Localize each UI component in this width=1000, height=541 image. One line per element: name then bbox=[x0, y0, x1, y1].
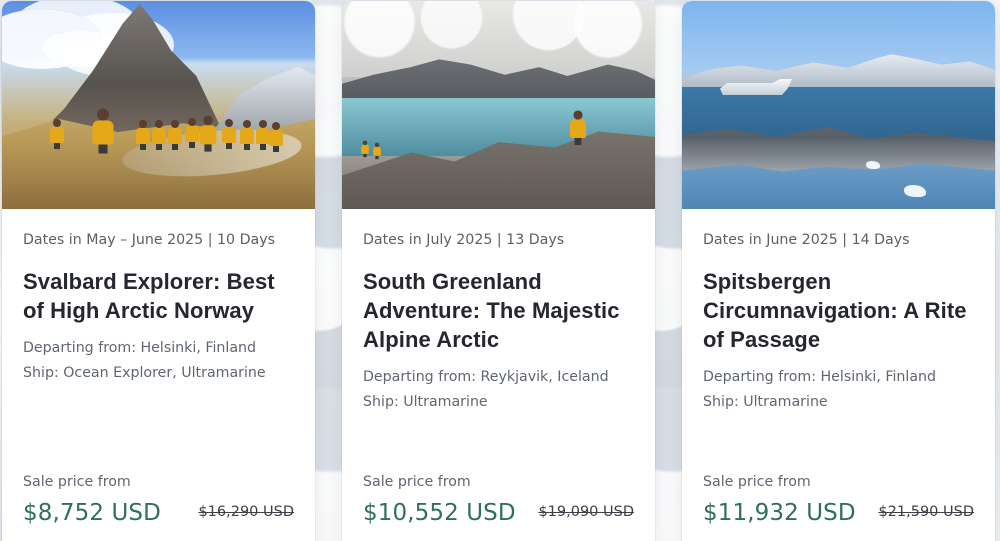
hiker-figure bbox=[222, 119, 236, 153]
hiker-figure bbox=[361, 140, 369, 160]
spitsbergen-front-water bbox=[682, 163, 995, 209]
sale-price: $11,932 USD bbox=[703, 500, 856, 526]
sale-price: $8,752 USD bbox=[23, 500, 161, 526]
hiker-figure bbox=[256, 120, 270, 154]
hiker-figure bbox=[152, 120, 166, 154]
hiker-figure bbox=[199, 115, 217, 157]
greenland-card-body: Dates in July 2025 | 13 Days South Green… bbox=[342, 209, 655, 415]
sale-price-label: Sale price from bbox=[703, 474, 811, 490]
trip-details: Departing from: Reykjavik, Iceland Ship:… bbox=[363, 365, 634, 415]
hiker-figure bbox=[240, 120, 254, 154]
trip-dates: Dates in July 2025 | 13 Days bbox=[363, 232, 565, 248]
trip-details: Departing from: Helsinki, Finland Ship: … bbox=[703, 365, 974, 415]
hiker-figure bbox=[185, 118, 199, 152]
trip-title-wrap: South Greenland Adventure: The Majestic … bbox=[363, 267, 634, 354]
trip-title-wrap: Svalbard Explorer: Best of High Arctic N… bbox=[23, 267, 294, 325]
departing-from: Departing from: Reykjavik, Iceland bbox=[363, 369, 609, 386]
svalbard-image[interactable] bbox=[2, 1, 315, 209]
hiker-figure bbox=[136, 120, 150, 154]
trip-dates: Dates in May – June 2025 | 10 Days bbox=[23, 232, 275, 248]
expedition-cards: Dates in May – June 2025 | 10 Days Svalb… bbox=[0, 0, 998, 541]
sale-price-label: Sale price from bbox=[23, 474, 131, 490]
original-price: $21,590 USD bbox=[878, 504, 974, 520]
sale-price-label: Sale price from bbox=[363, 474, 471, 490]
departing-from: Departing from: Helsinki, Finland bbox=[703, 369, 937, 386]
hiker-figure bbox=[373, 142, 381, 162]
original-price: $19,090 USD bbox=[538, 504, 634, 520]
ship-name: Ship: Ultramarine bbox=[703, 394, 828, 411]
expedition-card-svalbard[interactable]: Dates in May – June 2025 | 10 Days Svalb… bbox=[2, 1, 315, 541]
original-price: $16,290 USD bbox=[198, 504, 294, 520]
hiker-figure bbox=[168, 120, 182, 154]
trip-details: Departing from: Helsinki, Finland Ship: … bbox=[23, 336, 294, 386]
hiker-figure bbox=[569, 110, 587, 149]
hiker-figure bbox=[50, 119, 64, 153]
sale-price: $10,552 USD bbox=[363, 500, 516, 526]
expedition-card-greenland[interactable]: Dates in July 2025 | 13 Days South Green… bbox=[342, 1, 655, 541]
ship-name: Ship: Ocean Explorer, Ultramarine bbox=[23, 365, 266, 382]
ship-name: Ship: Ultramarine bbox=[363, 394, 488, 411]
trip-dates: Dates in June 2025 | 14 Days bbox=[703, 232, 910, 248]
expedition-card-spitsbergen[interactable]: Dates in June 2025 | 14 Days Spitsbergen… bbox=[682, 1, 995, 541]
trip-title-wrap: Spitsbergen Circumnavigation: A Rite of … bbox=[703, 267, 974, 354]
svalbard-card-body: Dates in May – June 2025 | 10 Days Svalb… bbox=[2, 209, 315, 386]
iceberg-icon bbox=[866, 161, 880, 169]
spitsbergen-image[interactable] bbox=[682, 1, 995, 209]
trip-title[interactable]: Svalbard Explorer: Best of High Arctic N… bbox=[23, 267, 294, 325]
hiker-figure bbox=[92, 108, 114, 160]
hiker-figure bbox=[269, 122, 283, 156]
iceberg-icon bbox=[904, 185, 926, 197]
departing-from: Departing from: Helsinki, Finland bbox=[23, 340, 257, 357]
trip-title[interactable]: Spitsbergen Circumnavigation: A Rite of … bbox=[703, 267, 974, 354]
trip-title[interactable]: South Greenland Adventure: The Majestic … bbox=[363, 267, 634, 354]
spitsbergen-card-body: Dates in June 2025 | 14 Days Spitsbergen… bbox=[682, 209, 995, 415]
greenland-image[interactable] bbox=[342, 1, 655, 209]
